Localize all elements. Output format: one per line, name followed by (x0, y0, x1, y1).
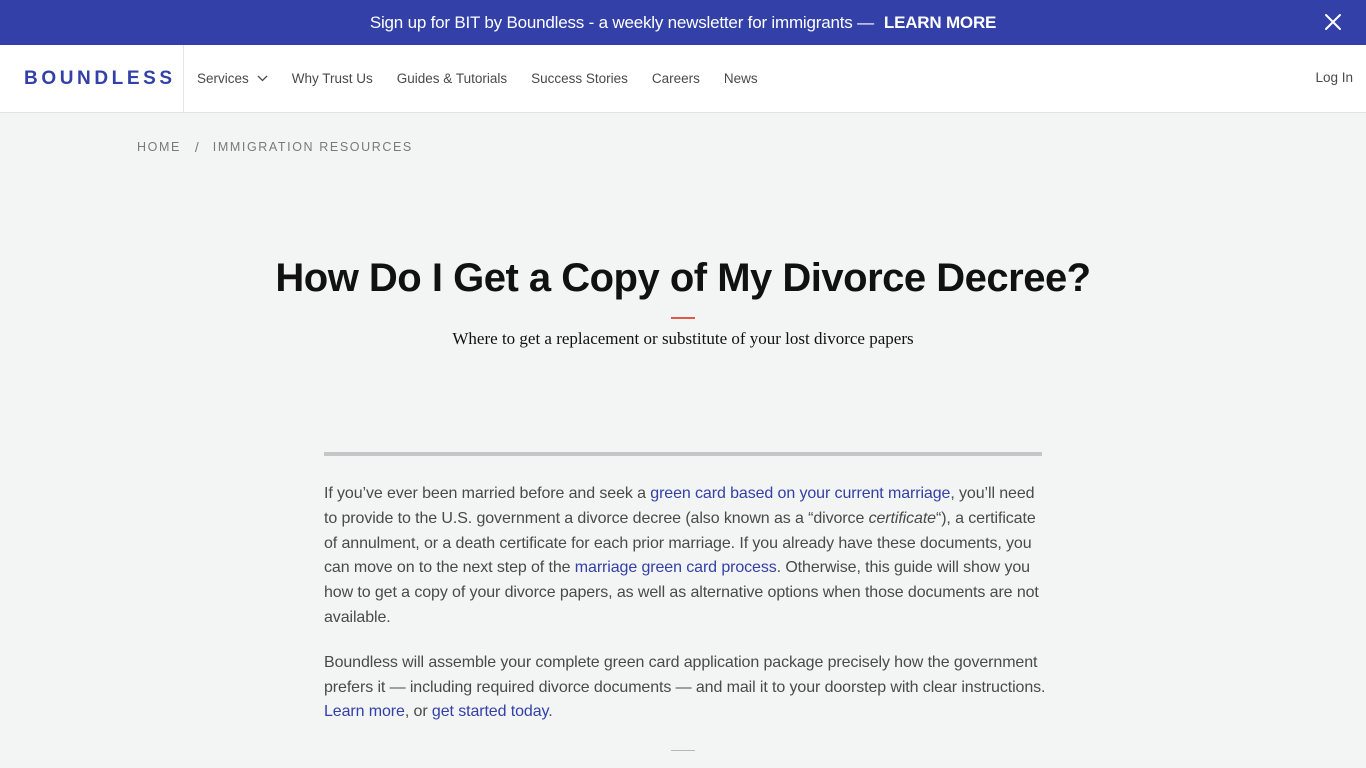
learn-more-link[interactable]: LEARN MORE (884, 13, 996, 33)
paragraph-emphasis: certificate (868, 509, 936, 527)
boundless-logo[interactable]: BOUNDLESS (0, 44, 184, 113)
green-card-marriage-link[interactable]: green card based on your current marriag… (650, 485, 950, 502)
nav-item-label: Services (197, 71, 249, 86)
breadcrumb: HOME / IMMIGRATION RESOURCES (137, 139, 413, 155)
nav-item-success-stories[interactable]: Success Stories (531, 71, 628, 86)
banner-message: Sign up for BIT by Boundless - a weekly … (369, 12, 874, 32)
nav-item-services[interactable]: Services (197, 71, 268, 86)
paragraph-text: . (548, 703, 553, 721)
paragraph-text: If you’ve ever been married before and s… (324, 485, 651, 502)
main-nav: BOUNDLESS Services Why Trust Us Guides &… (0, 44, 1366, 113)
nav-menu: Services Why Trust Us Guides & Tutorials… (197, 71, 782, 86)
article-paragraph: If you’ve ever been married before and s… (324, 482, 1046, 631)
breadcrumb-home[interactable]: HOME (137, 140, 181, 154)
page-title: How Do I Get a Copy of My Divorce Decree… (275, 256, 1091, 300)
paragraph-text: , or (404, 703, 432, 721)
learn-more-article-link[interactable]: Learn more (324, 703, 405, 720)
title-accent-divider (671, 317, 695, 319)
nav-item-news[interactable]: News (724, 71, 758, 86)
breadcrumb-separator: / (194, 139, 199, 155)
get-started-link[interactable]: get started today (432, 703, 548, 720)
page-subtitle: Where to get a replacement or substitute… (452, 329, 914, 348)
article-body: If you’ve ever been married before and s… (324, 482, 1046, 745)
marriage-green-card-process-link[interactable]: marriage green card process (575, 559, 777, 576)
close-icon[interactable] (1324, 13, 1342, 31)
breadcrumb-immigration-resources[interactable]: IMMIGRATION RESOURCES (213, 140, 413, 154)
nav-item-careers[interactable]: Careers (652, 71, 700, 86)
paragraph-text: Boundless will assemble your complete gr… (324, 653, 1046, 696)
chevron-down-icon (257, 75, 268, 82)
content-divider (324, 452, 1042, 456)
newsletter-banner: Sign up for BIT by Boundless - a weekly … (0, 0, 1366, 45)
article-paragraph: Boundless will assemble your complete gr… (324, 651, 1046, 725)
login-link[interactable]: Log In (1315, 70, 1353, 85)
nav-item-guides[interactable]: Guides & Tutorials (397, 71, 507, 86)
section-divider (671, 750, 695, 751)
nav-item-why-trust-us[interactable]: Why Trust Us (292, 71, 373, 86)
